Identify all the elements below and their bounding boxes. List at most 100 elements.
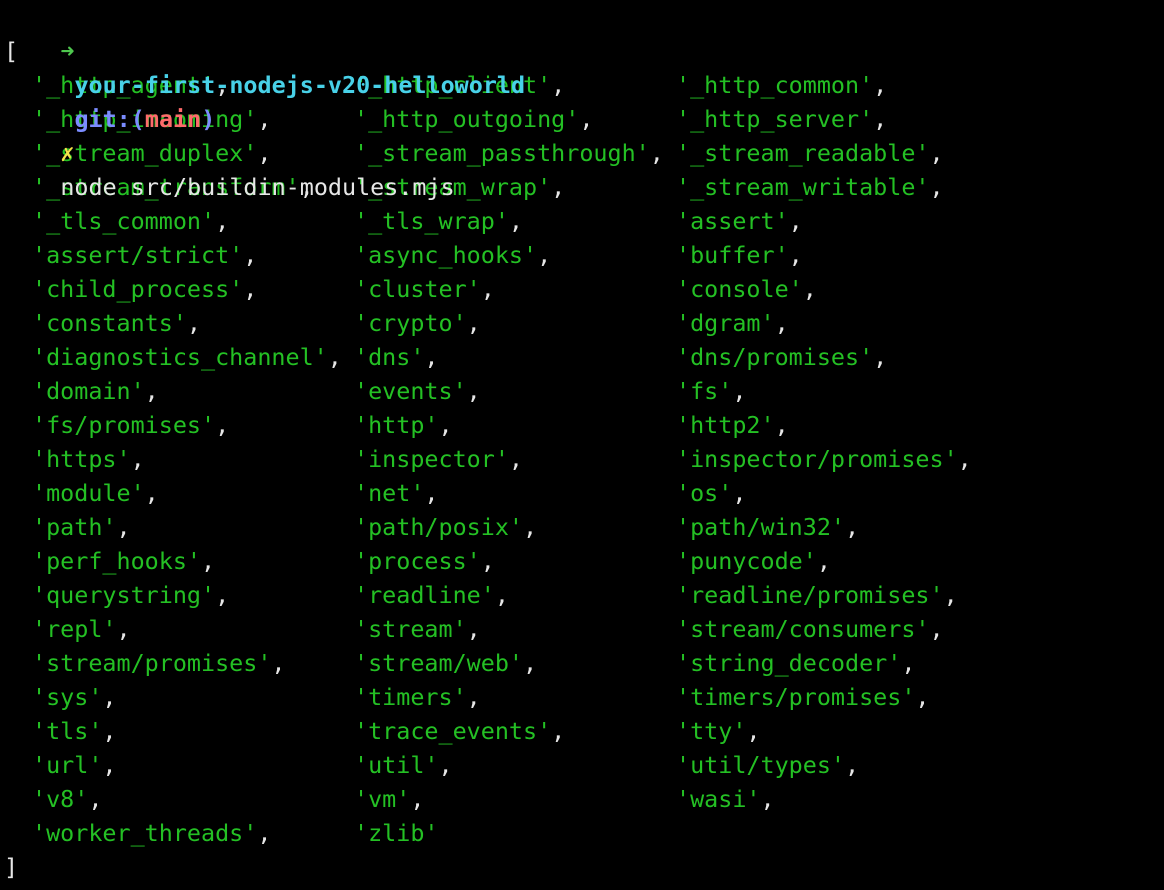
separator: , — [494, 581, 509, 609]
separator: , — [271, 649, 286, 677]
list-item: 'assert/strict', — [32, 238, 354, 272]
list-item: '_stream_writable', — [676, 170, 998, 204]
list-item: 'assert', — [676, 204, 998, 238]
separator: , — [466, 309, 481, 337]
separator: , — [845, 751, 860, 779]
module-name: 'https' — [32, 445, 131, 473]
separator: , — [243, 275, 258, 303]
list-item: 'domain', — [32, 374, 354, 408]
separator: , — [943, 581, 958, 609]
separator: , — [537, 241, 552, 269]
module-name: 'async_hooks' — [354, 241, 538, 269]
list-item: 'stream/promises', — [32, 646, 354, 680]
separator: , — [649, 139, 664, 167]
module-name: 'assert' — [676, 207, 789, 235]
separator: , — [760, 785, 775, 813]
list-item: 'path/posix', — [354, 510, 676, 544]
module-name: 'wasi' — [676, 785, 761, 813]
separator: , — [873, 105, 888, 133]
module-name: '_stream_readable' — [676, 139, 930, 167]
separator: , — [257, 139, 272, 167]
separator: , — [929, 139, 944, 167]
module-name: 'timers' — [354, 683, 467, 711]
separator: , — [102, 751, 117, 779]
list-item: 'string_decoder', — [676, 646, 998, 680]
separator: , — [424, 479, 439, 507]
module-name: '_stream_writable' — [676, 173, 930, 201]
list-item: 'util', — [354, 748, 676, 782]
separator: , — [732, 479, 747, 507]
list-item: 'worker_threads', — [32, 816, 354, 850]
list-item: 'url', — [32, 748, 354, 782]
separator: , — [480, 547, 495, 575]
module-name: 'dgram' — [676, 309, 775, 337]
module-name: '_stream_passthrough' — [354, 139, 650, 167]
list-item: '_tls_wrap', — [354, 204, 676, 238]
separator: , — [774, 411, 789, 439]
module-name: 'string_decoder' — [676, 649, 902, 677]
list-item: 'diagnostics_channel', — [32, 340, 354, 374]
separator: , — [929, 615, 944, 643]
list-item: 'process', — [354, 544, 676, 578]
module-name: 'console' — [676, 275, 803, 303]
module-name: 'fs/promises' — [32, 411, 216, 439]
module-name: 'stream' — [354, 615, 467, 643]
module-name: 'cluster' — [354, 275, 481, 303]
separator: , — [410, 785, 425, 813]
separator: , — [816, 547, 831, 575]
module-name: 'dns' — [354, 343, 425, 371]
module-name: 'timers/promises' — [676, 683, 916, 711]
list-item: '_stream_passthrough', — [354, 136, 676, 170]
separator: , — [424, 343, 439, 371]
list-item: 'inspector/promises', — [676, 442, 998, 476]
list-item: '_stream_duplex', — [32, 136, 354, 170]
list-item: 'path/win32', — [676, 510, 998, 544]
list-item: 'vm', — [354, 782, 676, 816]
module-name: 'http2' — [676, 411, 775, 439]
module-name: 'stream/web' — [354, 649, 523, 677]
module-name: 'os' — [676, 479, 733, 507]
separator: , — [215, 581, 230, 609]
separator: , — [201, 547, 216, 575]
list-item: 'punycode', — [676, 544, 998, 578]
separator: , — [788, 241, 803, 269]
module-name: 'stream/promises' — [32, 649, 272, 677]
separator: , — [551, 717, 566, 745]
list-item: 'fs/promises', — [32, 408, 354, 442]
list-item: 'readline', — [354, 578, 676, 612]
module-name: 'module' — [32, 479, 145, 507]
terminal-window[interactable]: ➜ your-first-nodejs-v20-helloworld git:(… — [0, 0, 1164, 890]
separator: , — [508, 207, 523, 235]
list-item: 'dgram', — [676, 306, 998, 340]
module-name: 'assert/strict' — [32, 241, 244, 269]
module-name: 'path/win32' — [676, 513, 845, 541]
list-item: 'fs', — [676, 374, 998, 408]
separator: , — [480, 275, 495, 303]
module-name: '_http_common' — [676, 71, 874, 99]
module-name: 'inspector' — [354, 445, 509, 473]
list-item: '_stream_readable', — [676, 136, 998, 170]
list-item: 'v8', — [32, 782, 354, 816]
separator: , — [88, 785, 103, 813]
separator: , — [788, 207, 803, 235]
list-item: 'inspector', — [354, 442, 676, 476]
git-label-close: ) — [201, 105, 216, 133]
list-item: 'https', — [32, 442, 354, 476]
separator: , — [957, 445, 972, 473]
separator: , — [873, 343, 888, 371]
git-branch: main — [144, 105, 202, 133]
separator: , — [215, 207, 230, 235]
module-name: 'url' — [32, 751, 103, 779]
close-bracket: ] — [4, 853, 19, 881]
list-item: 'constants', — [32, 306, 354, 340]
separator: , — [438, 411, 453, 439]
module-name: '_http_outgoing' — [354, 105, 580, 133]
separator: , — [257, 105, 272, 133]
separator: , — [116, 615, 131, 643]
module-name: 'vm' — [354, 785, 411, 813]
list-item: 'readline/promises', — [676, 578, 998, 612]
list-item: 'os', — [676, 476, 998, 510]
list-item: 'buffer', — [676, 238, 998, 272]
separator: , — [523, 649, 538, 677]
list-item: 'stream/web', — [354, 646, 676, 680]
